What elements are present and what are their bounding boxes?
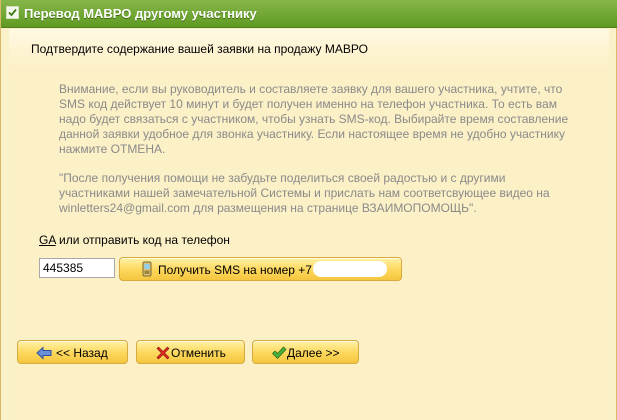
next-button-label: Далее >> <box>287 346 340 360</box>
back-button[interactable]: << Назад <box>17 340 128 364</box>
window-title: Перевод МАВРО другому участнику <box>24 6 257 21</box>
red-x-icon <box>156 346 170 360</box>
title-bar: Перевод МАВРО другому участнику <box>1 0 617 28</box>
notice-block: Внимание, если вы руководитель и составл… <box>59 82 579 230</box>
code-method-text: или отправить код на телефон <box>55 233 230 247</box>
checkbox-icon <box>6 6 19 19</box>
page-heading: Подтвердите содержание вашей заявки на п… <box>31 42 368 56</box>
cancel-button-label: Отменить <box>171 346 226 360</box>
cancel-button[interactable]: Отменить <box>136 340 245 364</box>
notice-paragraph-1: Внимание, если вы руководитель и составл… <box>59 82 569 156</box>
dialog-window: Перевод МАВРО другому участнику Подтверд… <box>0 0 617 420</box>
next-button[interactable]: Далее >> <box>252 340 359 364</box>
notice-paragraph-2: "После получения помощи не забудьте поде… <box>59 171 550 215</box>
checkmark-icon <box>272 346 287 360</box>
phone-icon <box>142 261 152 277</box>
get-sms-button-label: Получить SMS на номер +7 <box>158 263 312 277</box>
arrow-left-icon <box>36 346 52 360</box>
back-button-label: << Назад <box>56 346 108 360</box>
ga-link[interactable]: GA <box>39 233 56 247</box>
code-method-line: GA или отправить код на телефон <box>39 233 230 247</box>
redacted-phone-number <box>313 261 387 277</box>
sms-code-input[interactable] <box>39 258 115 278</box>
